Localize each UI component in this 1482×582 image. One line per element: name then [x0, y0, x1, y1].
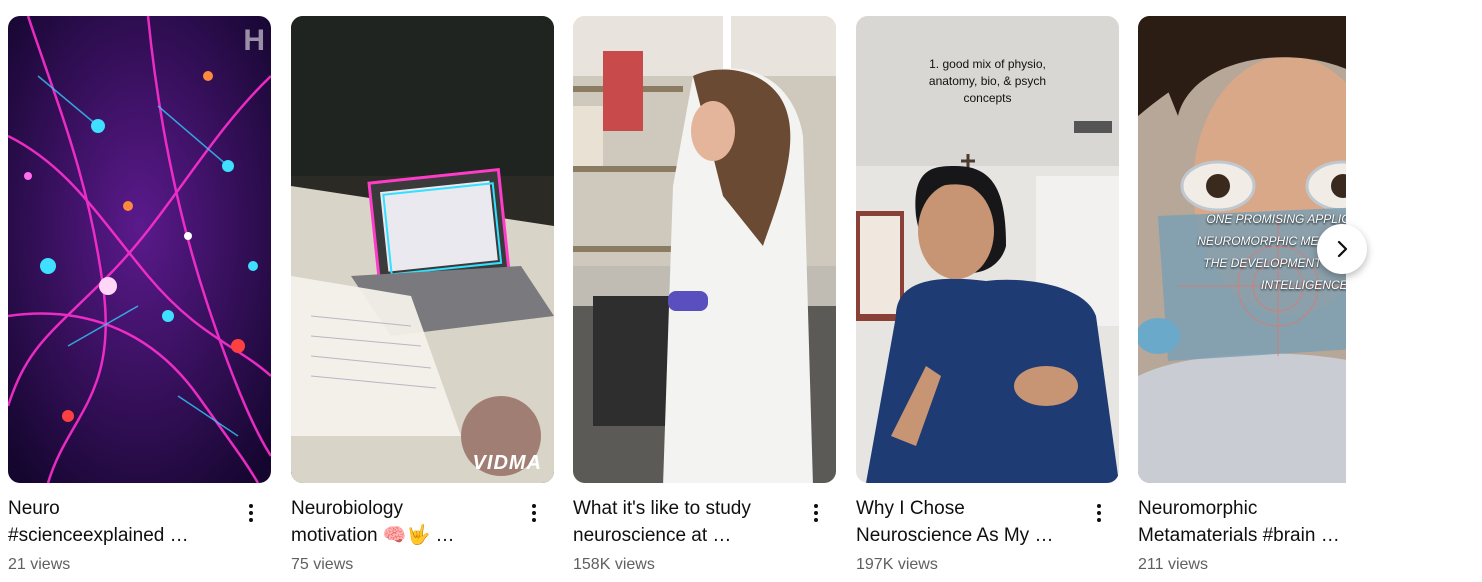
short-title[interactable]: Neuromorphic Metamaterials #brain … [1138, 495, 1358, 549]
short-thumbnail[interactable] [573, 16, 836, 483]
short-thumbnail[interactable]: H [8, 16, 271, 483]
short-card[interactable]: H Neuro #scienceexplained … 21 views [8, 16, 271, 576]
short-title[interactable]: Neuro #scienceexplained … [8, 495, 228, 549]
shelf-clip [1346, 0, 1482, 582]
lab-researcher-image [573, 16, 836, 483]
shorts-shelf: H Neuro #scienceexplained … 21 views VID… [0, 0, 1482, 582]
more-vert-icon[interactable] [804, 499, 828, 527]
more-vert-icon[interactable] [1087, 499, 1111, 527]
more-vert-icon[interactable] [522, 499, 546, 527]
neuron-network-image [8, 16, 271, 483]
short-views: 75 views [291, 556, 354, 573]
short-title[interactable]: Neurobiology motivation 🧠🤟 … [291, 495, 511, 549]
more-vert-icon[interactable] [239, 499, 263, 527]
short-title[interactable]: Why I Chose Neuroscience As My … [856, 495, 1076, 549]
laptop-study-image [291, 16, 554, 483]
watermark-logo: VIDMA [472, 452, 542, 474]
caption-overlay: 1. good mix of physio, anatomy, bio, & p… [928, 57, 1047, 105]
short-card[interactable]: What it's like to study neuroscience at … [573, 16, 836, 576]
next-button[interactable] [1317, 224, 1367, 274]
short-views: 197K views [856, 556, 938, 573]
short-views: 158K views [573, 556, 655, 573]
short-card[interactable]: 1. good mix of physio, anatomy, bio, & p… [856, 16, 1119, 576]
short-thumbnail[interactable]: VIDMA [291, 16, 554, 483]
short-title[interactable]: What it's like to study neuroscience at … [573, 495, 793, 549]
short-card[interactable]: VIDMA Neurobiology motivation 🧠🤟 … 75 vi… [291, 16, 554, 576]
short-views: 21 views [8, 556, 71, 573]
short-thumbnail[interactable]: 1. good mix of physio, anatomy, bio, & p… [856, 16, 1119, 483]
chevron-right-icon [1337, 240, 1348, 258]
watermark-logo: H [243, 24, 265, 57]
